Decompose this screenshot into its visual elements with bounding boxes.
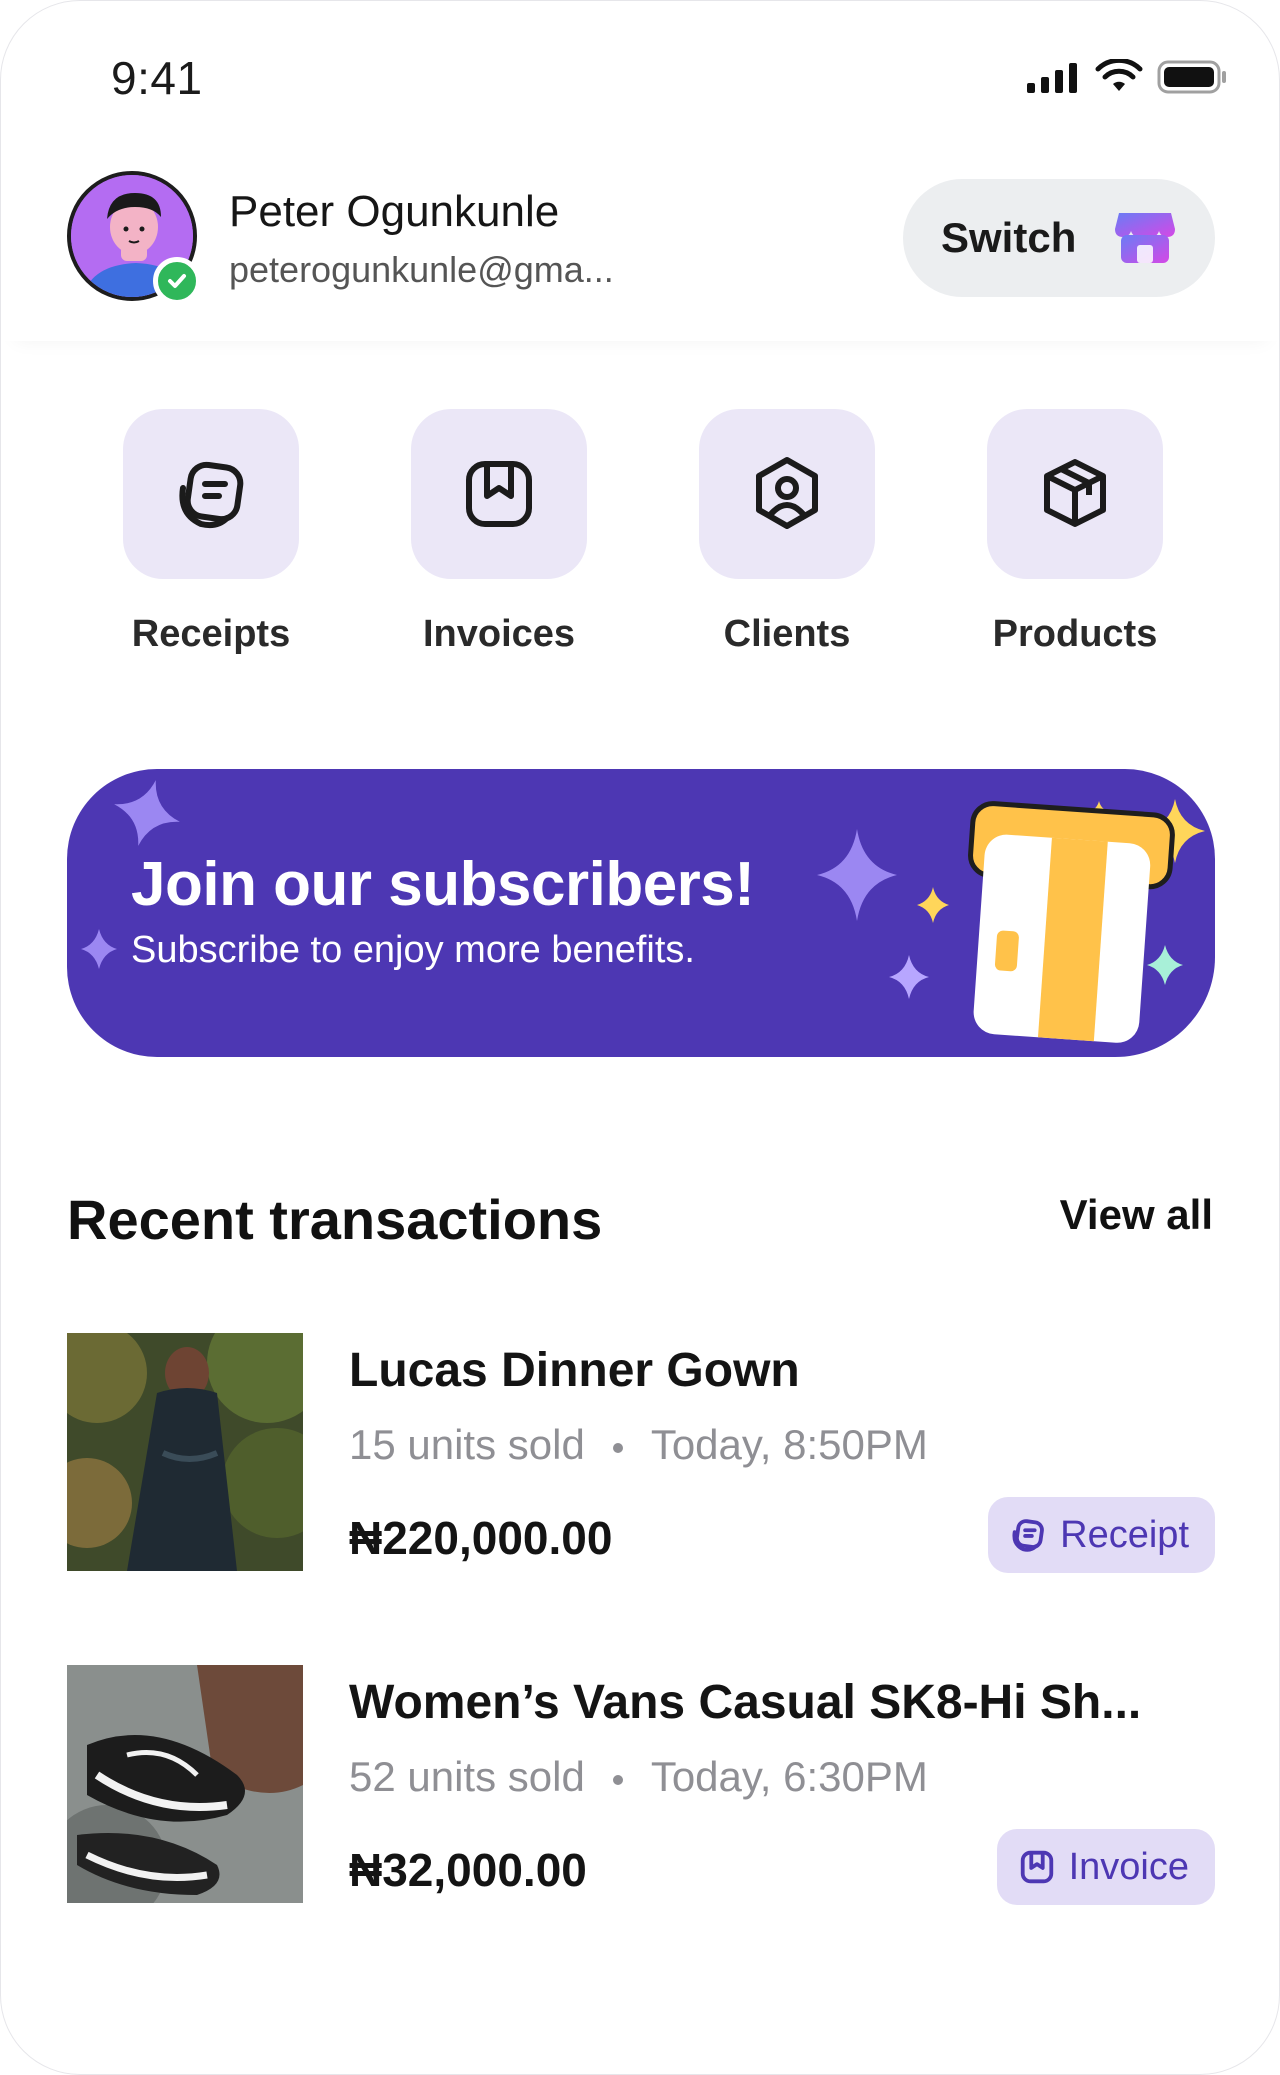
- subscribe-banner[interactable]: Join our subscribers! Subscribe to enjoy…: [67, 769, 1215, 1057]
- transaction-time: Today, 6:30PM: [650, 1753, 928, 1800]
- receipt-icon: [179, 461, 244, 529]
- card-icon: [968, 801, 1175, 1043]
- badge-label: Receipt: [1060, 1513, 1189, 1556]
- banner-title: Join our subscribers!: [131, 850, 755, 919]
- banner-subtitle: Subscribe to enjoy more benefits.: [131, 929, 695, 971]
- sparkle-icon: [817, 829, 897, 921]
- invoice-icon: [466, 461, 532, 527]
- transaction-meta: 52 units sold Today, 6:30PM: [349, 1753, 928, 1801]
- quick-action-label: Invoices: [422, 613, 576, 655]
- view-all-link[interactable]: View all: [1060, 1191, 1213, 1239]
- quick-action-products[interactable]: Products: [987, 409, 1163, 656]
- wifi-icon: [1095, 59, 1143, 91]
- profile-header: Peter Ogunkunle peterogunkunle@gma... Sw…: [1, 161, 1279, 341]
- badge-label: Invoice: [1068, 1845, 1189, 1888]
- switch-button[interactable]: Switch: [903, 179, 1215, 297]
- quick-action-tile[interactable]: [123, 409, 299, 579]
- switch-label: Switch: [941, 214, 1077, 261]
- quick-action-tile[interactable]: [987, 409, 1163, 579]
- transaction-name: Lucas Dinner Gown: [349, 1344, 800, 1397]
- transaction-time: Today, 8:50PM: [650, 1421, 928, 1468]
- store-icon: [1115, 213, 1175, 263]
- phone-frame: 9:41 Peter Ogunkunle peterogunkunle@gma.…: [0, 0, 1280, 2075]
- sparkle-icon: [81, 929, 117, 969]
- battery-icon: [1157, 60, 1226, 94]
- user-email: peterogunkunle@gma...: [229, 249, 614, 290]
- receipt-icon: [1012, 1519, 1045, 1552]
- quick-action-label: Clients: [723, 613, 851, 655]
- client-icon: [756, 457, 818, 529]
- transaction-row[interactable]: Lucas Dinner Gown 15 units sold Today, 8:…: [67, 1333, 1215, 1573]
- separator-dot: [612, 1774, 623, 1785]
- product-thumbnail: [67, 1665, 303, 1903]
- units-sold: 52 units sold: [349, 1753, 585, 1800]
- sparkle-icon: [917, 887, 949, 923]
- separator-dot: [612, 1442, 623, 1453]
- user-name: Peter Ogunkunle: [229, 187, 560, 236]
- invoice-badge[interactable]: Invoice: [996, 1829, 1215, 1905]
- quick-action-label: Receipts: [131, 613, 291, 655]
- quick-action-label: Products: [992, 613, 1158, 655]
- product-thumbnail: [67, 1333, 303, 1571]
- product-icon: [1044, 459, 1106, 527]
- invoice-icon: [1020, 1850, 1053, 1884]
- quick-action-tile[interactable]: [699, 409, 875, 579]
- status-time: 9:41: [111, 52, 203, 104]
- receipt-badge[interactable]: Receipt: [988, 1497, 1215, 1573]
- signal-icon: [1027, 63, 1077, 93]
- quick-action-tile[interactable]: [411, 409, 587, 579]
- transaction-name: Women’s Vans Casual SK8-Hi Sh...: [349, 1676, 1142, 1729]
- quick-action-receipts[interactable]: Receipts: [123, 409, 299, 656]
- quick-action-clients[interactable]: Clients: [699, 409, 875, 656]
- transaction-meta: 15 units sold Today, 8:50PM: [349, 1421, 928, 1469]
- units-sold: 15 units sold: [349, 1421, 585, 1468]
- sparkle-icon: [889, 955, 929, 999]
- transaction-row[interactable]: Women’s Vans Casual SK8-Hi Sh... 52 unit…: [67, 1665, 1215, 1905]
- transaction-price: ₦220,000.00: [349, 1512, 613, 1564]
- sparkle-icon: [1147, 945, 1183, 985]
- verified-badge-icon: [153, 257, 201, 305]
- section-title: Recent transactions: [67, 1188, 603, 1251]
- transaction-price: ₦32,000.00: [349, 1844, 587, 1896]
- quick-action-invoices[interactable]: Invoices: [411, 409, 587, 656]
- status-icons: [1025, 59, 1229, 95]
- sparkle-icon: [114, 780, 180, 846]
